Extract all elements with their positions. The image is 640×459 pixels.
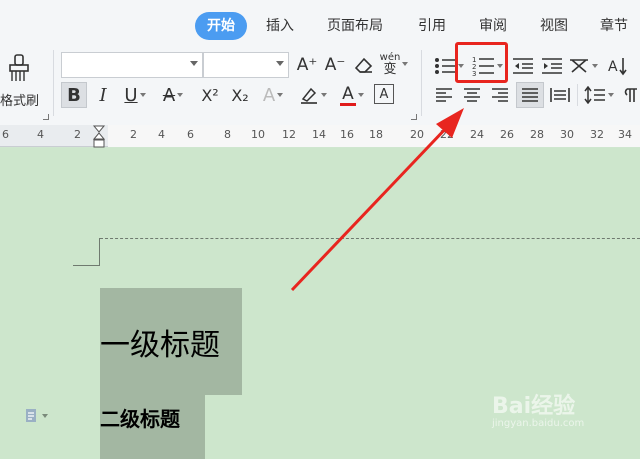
annotation-arrow — [290, 108, 464, 292]
wps-writer-window: 开始 插入 页面布局 引用 审阅 视图 章节 格式刷 A⁺ A⁻ wén 变 B… — [0, 0, 640, 459]
